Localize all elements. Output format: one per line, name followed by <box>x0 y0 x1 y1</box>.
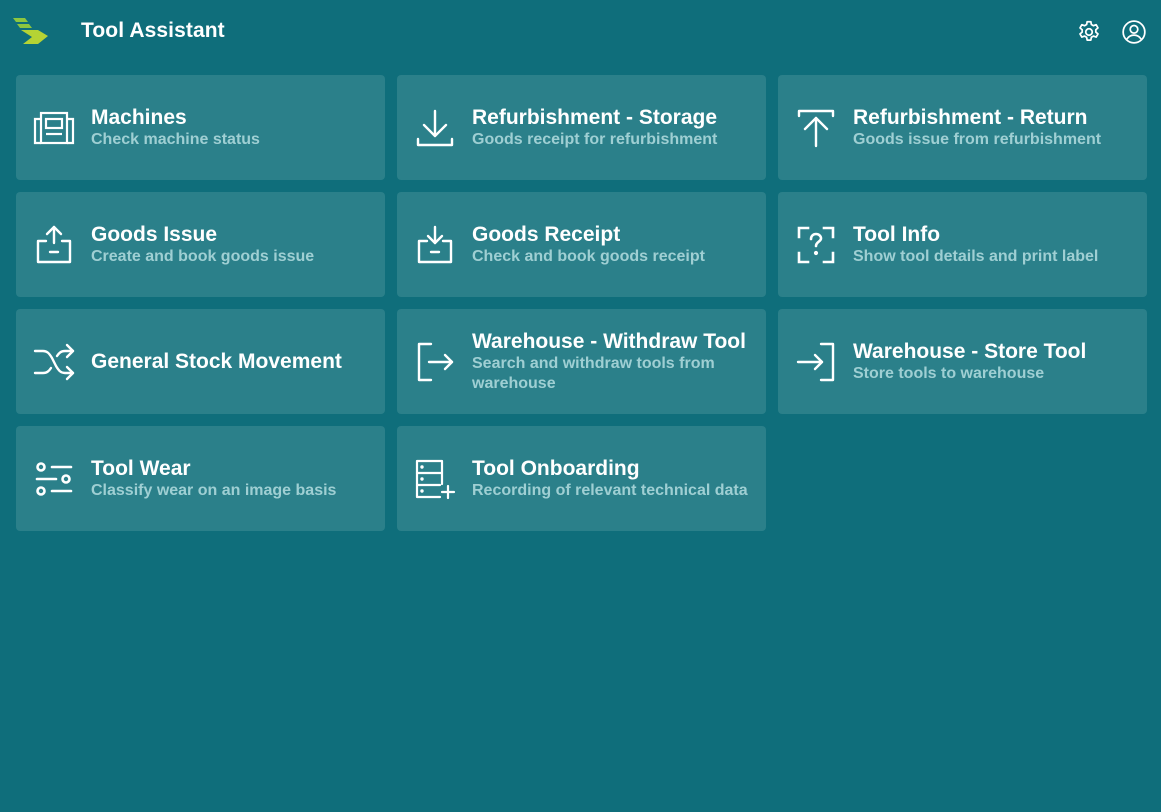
tile-warehouse-withdraw-tool[interactable]: Warehouse - Withdraw Tool Search and wit… <box>397 309 766 414</box>
logout-arrow-icon <box>414 341 456 383</box>
settings-button[interactable] <box>1075 18 1103 46</box>
app-header: Tool Assistant <box>0 0 1161 64</box>
tile-title: Machines <box>91 105 187 129</box>
tile-goods-receipt[interactable]: Goods Receipt Check and book goods recei… <box>397 192 766 297</box>
tile-machines[interactable]: Machines Check machine status <box>16 75 385 180</box>
tile-title: General Stock Movement <box>91 349 342 373</box>
scan-question-icon <box>795 224 837 266</box>
tile-title: Refurbishment - Storage <box>472 105 718 129</box>
shuffle-icon <box>33 341 75 383</box>
user-circle-icon <box>1122 20 1146 44</box>
tile-grid: Machines Check machine status Refurbishm… <box>16 75 1147 531</box>
tile-subtitle: Goods issue from refurbishment <box>853 130 1102 148</box>
tile-title: Warehouse - Store Tool <box>853 339 1087 363</box>
tile-general-stock-movement[interactable]: General Stock Movement <box>16 309 385 414</box>
account-button[interactable] <box>1120 18 1148 46</box>
server-add-icon <box>414 458 456 500</box>
tile-tool-info[interactable]: Tool Info Show tool details and print la… <box>778 192 1147 297</box>
tile-subtitle: Classify wear on an image basis <box>91 481 337 499</box>
tile-warehouse-store-tool[interactable]: Warehouse - Store Tool Store tools to wa… <box>778 309 1147 414</box>
tile-subtitle: Recording of relevant technical data <box>472 481 748 499</box>
tile-subtitle: Search and withdraw tools from warehouse <box>472 354 715 392</box>
tile-refurbishment-storage[interactable]: Refurbishment - Storage Goods receipt fo… <box>397 75 766 180</box>
download-tray-icon <box>414 107 456 149</box>
tile-subtitle: Check machine status <box>91 130 260 148</box>
tile-title: Tool Info <box>853 222 941 246</box>
sliders-icon <box>33 458 75 500</box>
tile-subtitle: Show tool details and print label <box>853 247 1099 265</box>
tile-title: Tool Wear <box>91 456 191 480</box>
tile-title: Refurbishment - Return <box>853 105 1088 129</box>
tile-title: Goods Issue <box>91 222 218 246</box>
tile-subtitle: Create and book goods issue <box>91 247 315 265</box>
tile-subtitle: Store tools to warehouse <box>853 364 1045 382</box>
app-title: Tool Assistant <box>81 19 225 42</box>
tile-title: Warehouse - Withdraw Tool <box>472 329 746 353</box>
tile-tool-wear[interactable]: Tool Wear Classify wear on an image basi… <box>16 426 385 531</box>
login-arrow-icon <box>795 341 837 383</box>
app-logo-icon <box>11 17 51 47</box>
tile-goods-issue[interactable]: Goods Issue Create and book goods issue <box>16 192 385 297</box>
tile-subtitle: Goods receipt for refurbishment <box>472 130 718 148</box>
tile-title: Tool Onboarding <box>472 456 640 480</box>
tile-title: Goods Receipt <box>472 222 621 246</box>
tile-tool-onboarding[interactable]: Tool Onboarding Recording of relevant te… <box>397 426 766 531</box>
upload-bar-icon <box>795 107 837 149</box>
tile-subtitle: Check and book goods receipt <box>472 247 705 265</box>
machine-icon <box>33 107 75 149</box>
gear-icon <box>1079 20 1099 41</box>
box-arrow-up-icon <box>33 224 75 266</box>
box-arrow-down-icon <box>414 224 456 266</box>
tile-refurbishment-return[interactable]: Refurbishment - Return Goods issue from … <box>778 75 1147 180</box>
